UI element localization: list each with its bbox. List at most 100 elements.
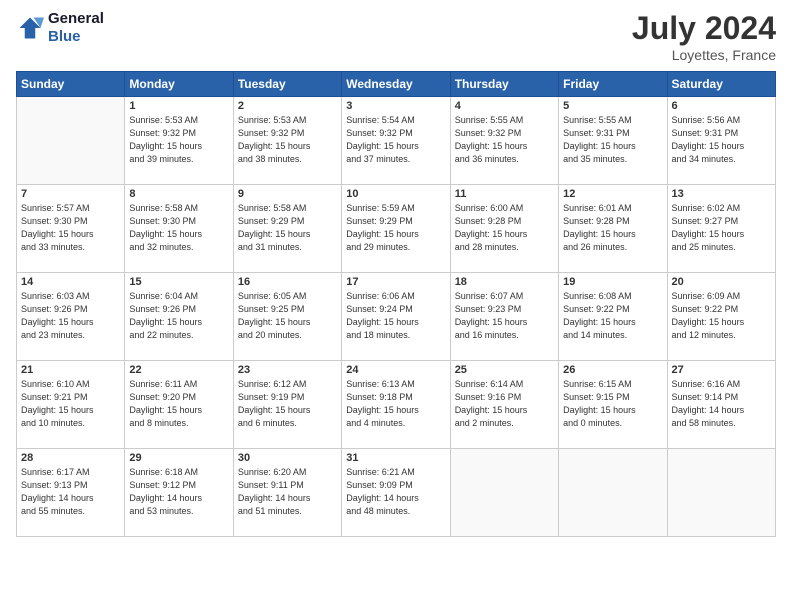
- day-number: 5: [563, 100, 662, 112]
- cell-content: Sunrise: 6:01 AM Sunset: 9:28 PM Dayligh…: [563, 202, 662, 254]
- calendar-cell: 15Sunrise: 6:04 AM Sunset: 9:26 PM Dayli…: [125, 273, 233, 361]
- cell-content: Sunrise: 5:55 AM Sunset: 9:31 PM Dayligh…: [563, 114, 662, 166]
- calendar-cell: 24 Sunrise: 6:13 AM Sunset: 9:18 PM Dayli…: [342, 361, 450, 449]
- day-number: 6: [672, 100, 771, 112]
- day-number: 20: [672, 276, 771, 288]
- cell-content: Sunrise: 5:54 AM Sunset: 9:32 PM Dayligh…: [346, 114, 445, 166]
- day-number: 11: [455, 188, 554, 200]
- calendar-cell: 31Sunrise: 6:21 AM Sunset: 9:09 PM Dayli…: [342, 449, 450, 537]
- day-number: 28: [21, 452, 120, 464]
- day-number: 7: [21, 188, 120, 200]
- day-number: 23: [238, 364, 337, 376]
- calendar-cell: 22 Sunrise: 6:11 AM Sunset: 9:20 PM Dayli…: [125, 361, 233, 449]
- day-number: 1: [129, 100, 228, 112]
- calendar-cell: 4 Sunrise: 5:55 AM Sunset: 9:32 PM Daylig…: [450, 97, 558, 185]
- cell-content: Sunrise: 5:58 AM Sunset: 9:29 PM Dayligh…: [238, 202, 337, 254]
- calendar-week-2: 7 Sunrise: 5:57 AM Sunset: 9:30 PM Daylig…: [17, 185, 776, 273]
- day-number: 27: [672, 364, 771, 376]
- cell-content: Sunrise: 6:13 AM Sunset: 9:18 PM Dayligh…: [346, 378, 445, 430]
- day-number: 21: [21, 364, 120, 376]
- calendar-week-5: 28 Sunrise: 6:17 AM Sunset: 9:13 PM Dayli…: [17, 449, 776, 537]
- location: Loyettes, France: [632, 47, 776, 63]
- cell-content: Sunrise: 6:15 AM Sunset: 9:15 PM Dayligh…: [563, 378, 662, 430]
- calendar-cell: [450, 449, 558, 537]
- calendar-cell: 10 Sunrise: 5:59 AM Sunset: 9:29 PM Dayli…: [342, 185, 450, 273]
- calendar-cell: 3Sunrise: 5:54 AM Sunset: 9:32 PM Daylig…: [342, 97, 450, 185]
- logo-text: General Blue: [48, 10, 104, 46]
- calendar-page: General Blue July 2024 Loyettes, France …: [0, 0, 792, 612]
- day-number: 22: [129, 364, 228, 376]
- cell-content: Sunrise: 5:53 AM Sunset: 9:32 PM Dayligh…: [238, 114, 337, 166]
- day-number: 30: [238, 452, 337, 464]
- calendar-cell: 11 Sunrise: 6:00 AM Sunset: 9:28 PM Dayli…: [450, 185, 558, 273]
- day-number: 2: [238, 100, 337, 112]
- calendar-table: Sunday Monday Tuesday Wednesday Thursday…: [16, 71, 776, 537]
- day-number: 8: [129, 188, 228, 200]
- header: General Blue July 2024 Loyettes, France: [16, 10, 776, 63]
- calendar-header-row: Sunday Monday Tuesday Wednesday Thursday…: [17, 72, 776, 97]
- col-saturday: Saturday: [667, 72, 775, 97]
- cell-content: Sunrise: 6:11 AM Sunset: 9:20 PM Dayligh…: [129, 378, 228, 430]
- col-friday: Friday: [559, 72, 667, 97]
- cell-content: Sunrise: 5:59 AM Sunset: 9:29 PM Dayligh…: [346, 202, 445, 254]
- cell-content: Sunrise: 6:14 AM Sunset: 9:16 PM Dayligh…: [455, 378, 554, 430]
- calendar-cell: [559, 449, 667, 537]
- day-number: 24: [346, 364, 445, 376]
- cell-content: Sunrise: 6:09 AM Sunset: 9:22 PM Dayligh…: [672, 290, 771, 342]
- cell-content: Sunrise: 6:07 AM Sunset: 9:23 PM Dayligh…: [455, 290, 554, 342]
- day-number: 12: [563, 188, 662, 200]
- month-title: July 2024: [632, 10, 776, 47]
- cell-content: Sunrise: 5:56 AM Sunset: 9:31 PM Dayligh…: [672, 114, 771, 166]
- col-wednesday: Wednesday: [342, 72, 450, 97]
- cell-content: Sunrise: 6:21 AM Sunset: 9:09 PM Dayligh…: [346, 466, 445, 518]
- calendar-week-4: 21 Sunrise: 6:10 AM Sunset: 9:21 PM Dayli…: [17, 361, 776, 449]
- cell-content: Sunrise: 6:17 AM Sunset: 9:13 PM Dayligh…: [21, 466, 120, 518]
- calendar-cell: 14Sunrise: 6:03 AM Sunset: 9:26 PM Dayli…: [17, 273, 125, 361]
- calendar-cell: 1 Sunrise: 5:53 AM Sunset: 9:32 PM Daylig…: [125, 97, 233, 185]
- calendar-cell: 8 Sunrise: 5:58 AM Sunset: 9:30 PM Daylig…: [125, 185, 233, 273]
- calendar-cell: 29 Sunrise: 6:18 AM Sunset: 9:12 PM Dayli…: [125, 449, 233, 537]
- cell-content: Sunrise: 6:10 AM Sunset: 9:21 PM Dayligh…: [21, 378, 120, 430]
- cell-content: Sunrise: 5:57 AM Sunset: 9:30 PM Dayligh…: [21, 202, 120, 254]
- cell-content: Sunrise: 6:08 AM Sunset: 9:22 PM Dayligh…: [563, 290, 662, 342]
- calendar-cell: 23Sunrise: 6:12 AM Sunset: 9:19 PM Dayli…: [233, 361, 341, 449]
- cell-content: Sunrise: 5:58 AM Sunset: 9:30 PM Dayligh…: [129, 202, 228, 254]
- col-sunday: Sunday: [17, 72, 125, 97]
- day-number: 13: [672, 188, 771, 200]
- cell-content: Sunrise: 5:53 AM Sunset: 9:32 PM Dayligh…: [129, 114, 228, 166]
- calendar-cell: 18 Sunrise: 6:07 AM Sunset: 9:23 PM Dayli…: [450, 273, 558, 361]
- day-number: 4: [455, 100, 554, 112]
- day-number: 19: [563, 276, 662, 288]
- cell-content: Sunrise: 6:18 AM Sunset: 9:12 PM Dayligh…: [129, 466, 228, 518]
- calendar-cell: [667, 449, 775, 537]
- calendar-cell: 6 Sunrise: 5:56 AM Sunset: 9:31 PM Daylig…: [667, 97, 775, 185]
- calendar-cell: 28 Sunrise: 6:17 AM Sunset: 9:13 PM Dayli…: [17, 449, 125, 537]
- cell-content: Sunrise: 6:06 AM Sunset: 9:24 PM Dayligh…: [346, 290, 445, 342]
- calendar-cell: 17Sunrise: 6:06 AM Sunset: 9:24 PM Dayli…: [342, 273, 450, 361]
- col-tuesday: Tuesday: [233, 72, 341, 97]
- logo-general: General: [48, 10, 104, 28]
- day-number: 18: [455, 276, 554, 288]
- calendar-cell: 12 Sunrise: 6:01 AM Sunset: 9:28 PM Dayli…: [559, 185, 667, 273]
- calendar-cell: 19 Sunrise: 6:08 AM Sunset: 9:22 PM Dayli…: [559, 273, 667, 361]
- day-number: 26: [563, 364, 662, 376]
- calendar-cell: 5 Sunrise: 5:55 AM Sunset: 9:31 PM Daylig…: [559, 97, 667, 185]
- calendar-cell: 27Sunrise: 6:16 AM Sunset: 9:14 PM Dayli…: [667, 361, 775, 449]
- col-monday: Monday: [125, 72, 233, 97]
- cell-content: Sunrise: 6:00 AM Sunset: 9:28 PM Dayligh…: [455, 202, 554, 254]
- day-number: 25: [455, 364, 554, 376]
- logo: General Blue: [16, 10, 104, 46]
- calendar-cell: 21 Sunrise: 6:10 AM Sunset: 9:21 PM Dayli…: [17, 361, 125, 449]
- col-thursday: Thursday: [450, 72, 558, 97]
- day-number: 10: [346, 188, 445, 200]
- calendar-week-1: 1 Sunrise: 5:53 AM Sunset: 9:32 PM Daylig…: [17, 97, 776, 185]
- calendar-cell: 25 Sunrise: 6:14 AM Sunset: 9:16 PM Dayli…: [450, 361, 558, 449]
- logo-blue: Blue: [48, 28, 104, 46]
- day-number: 16: [238, 276, 337, 288]
- calendar-week-3: 14Sunrise: 6:03 AM Sunset: 9:26 PM Dayli…: [17, 273, 776, 361]
- cell-content: Sunrise: 6:04 AM Sunset: 9:26 PM Dayligh…: [129, 290, 228, 342]
- day-number: 29: [129, 452, 228, 464]
- cell-content: Sunrise: 5:55 AM Sunset: 9:32 PM Dayligh…: [455, 114, 554, 166]
- day-number: 9: [238, 188, 337, 200]
- day-number: 14: [21, 276, 120, 288]
